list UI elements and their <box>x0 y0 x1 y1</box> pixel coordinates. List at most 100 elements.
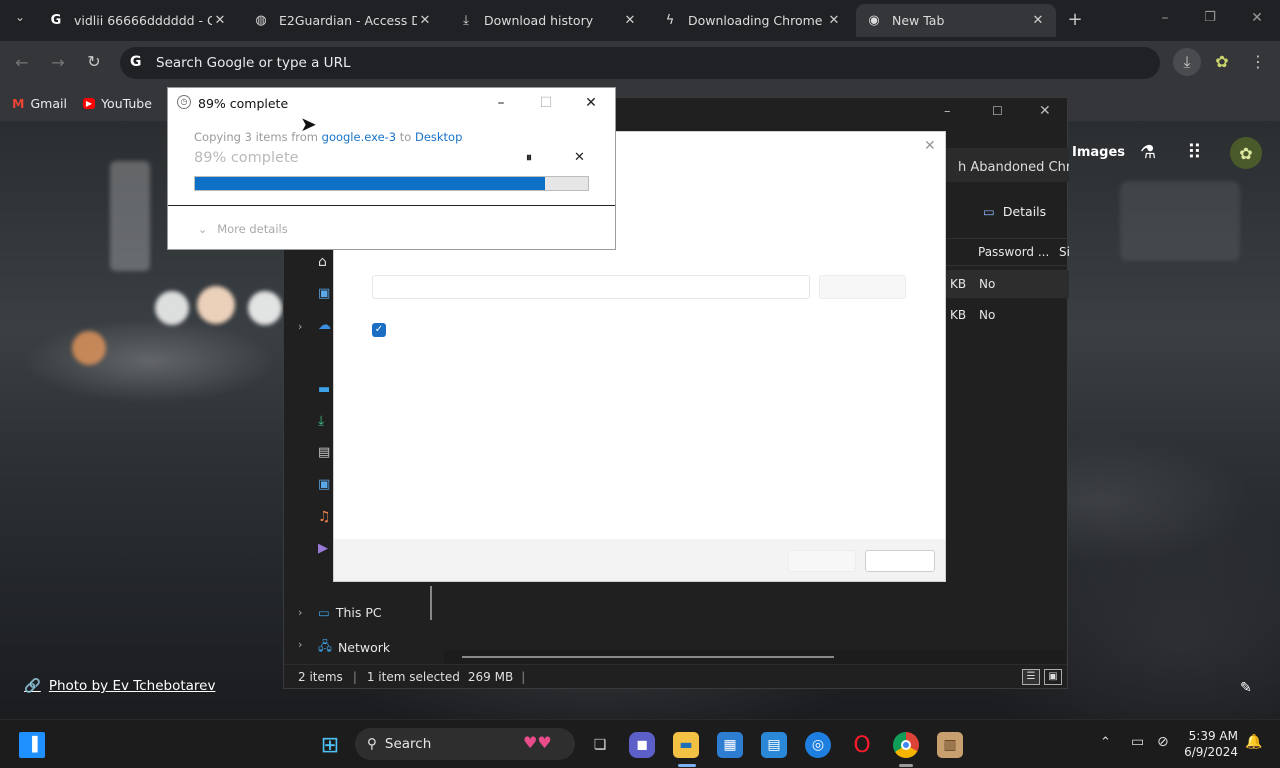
forward-arrow-icon[interactable]: → <box>46 53 70 72</box>
close-tab-icon[interactable]: ✕ <box>212 13 228 28</box>
music-folder-icon[interactable]: ♫ <box>318 509 331 525</box>
dialog-close-icon[interactable]: ✕ <box>924 138 936 154</box>
cancel-copy-icon[interactable]: ✕ <box>574 150 585 165</box>
copy-window-title: 89% complete <box>198 95 289 111</box>
pictures-folder-icon[interactable]: ▣ <box>318 477 330 492</box>
explorer-minimize-icon[interactable]: – <box>944 104 951 119</box>
copy-close-icon[interactable]: ✕ <box>569 88 613 118</box>
source-folder-link[interactable]: google.exe-3 <box>322 130 396 144</box>
images-link[interactable]: Images <box>1072 145 1125 160</box>
column-header-password[interactable]: Password ... <box>978 245 1049 259</box>
minimize-icon[interactable]: – <box>1153 10 1177 26</box>
explorer-maximize-icon[interactable]: ☐ <box>992 104 1003 118</box>
home-icon[interactable]: ⌂ <box>318 254 327 270</box>
explorer-close-icon[interactable]: ✕ <box>1039 103 1051 119</box>
start-windows-icon[interactable]: ⊞ <box>317 732 343 758</box>
labs-flask-icon[interactable]: ⚗ <box>1140 142 1156 163</box>
customize-pencil-icon[interactable]: ✎ <box>1240 680 1252 696</box>
close-window-icon[interactable]: ✕ <box>1245 10 1269 26</box>
chromium-icon[interactable]: ◎ <box>805 732 831 758</box>
tab-downloading-chrome[interactable]: ϟ Downloading Chrome Of ✕ <box>652 4 852 37</box>
details-pane-icon: ▭ <box>983 204 995 219</box>
reload-icon[interactable]: ↻ <box>82 52 106 71</box>
teams-chat-icon[interactable]: ◼ <box>629 732 655 758</box>
sidebar-scrollbar[interactable] <box>430 586 432 620</box>
tab-vidlii[interactable]: G vidlii 66666dddddd - Go ✕ <box>38 4 238 37</box>
dialog-text-input[interactable] <box>372 275 810 299</box>
notification-bell-icon[interactable]: 🔔 <box>1245 734 1262 750</box>
task-view-icon[interactable]: ❏ <box>587 732 613 758</box>
this-pc-icon: ▭ <box>318 605 330 620</box>
running-app-indicator <box>899 764 913 767</box>
copy-progress-window: ◷ 89% complete – ☐ ✕ Copying 3 items fro… <box>167 87 616 250</box>
control-panel-icon[interactable]: ▤ <box>761 732 787 758</box>
table-row[interactable]: KB No <box>946 301 1069 329</box>
clock-date[interactable]: 6/9/2024 <box>1182 745 1238 759</box>
gmail-icon: M <box>12 95 25 111</box>
account-avatar[interactable]: ✿ <box>1230 137 1262 169</box>
table-row[interactable]: KB No <box>946 270 1069 298</box>
copying-description: Copying 3 items from google.exe-3 to Des… <box>194 130 463 144</box>
network-status-icon[interactable]: ⊘ <box>1157 734 1169 750</box>
menu-kebab-icon[interactable]: ⋮ <box>1246 52 1270 71</box>
tiles-view-icon[interactable]: ▣ <box>1044 669 1062 685</box>
close-tab-icon[interactable]: ✕ <box>417 13 433 28</box>
sidebar-item-network[interactable]: 🖧 Network <box>318 637 390 658</box>
file-explorer-icon[interactable]: ▬ <box>673 732 699 758</box>
profile-avatar-icon[interactable]: ✿ <box>1210 52 1234 71</box>
bookmark-youtube[interactable]: ▶ YouTube <box>82 96 152 111</box>
opera-icon[interactable]: O <box>849 732 875 758</box>
sidebar-item-this-pc[interactable]: ▭ This PC <box>318 605 382 620</box>
tab-download-history[interactable]: ⤓ Download history ✕ <box>448 4 648 37</box>
bookmark-gmail[interactable]: M Gmail <box>12 96 67 111</box>
details-pane-button[interactable]: ▭ Details <box>983 204 1046 219</box>
photo-credit-link[interactable]: 🔗 Photo by Ev Tchebotarev <box>24 678 215 694</box>
close-tab-icon[interactable]: ✕ <box>622 13 638 28</box>
expand-chevron-icon[interactable]: › <box>298 320 302 333</box>
dialog-cancel-button[interactable] <box>865 550 935 572</box>
copy-maximize-icon[interactable]: ☐ <box>524 88 568 118</box>
close-tab-icon[interactable]: ✕ <box>1030 13 1046 28</box>
destination-folder-link[interactable]: Desktop <box>415 130 462 144</box>
microsoft-store-icon[interactable]: ▦ <box>717 732 743 758</box>
expand-chevron-icon[interactable]: › <box>298 606 302 619</box>
explorer-address-bar[interactable]: h Abandoned Chror <box>946 148 1069 182</box>
onedrive-icon[interactable]: ☁ <box>318 318 331 333</box>
archive-app-icon[interactable]: ▥ <box>937 732 963 758</box>
more-details-toggle[interactable]: ⌄ More details <box>198 222 288 236</box>
back-arrow-icon[interactable]: ← <box>10 53 34 72</box>
maximize-icon[interactable]: ❐ <box>1198 10 1222 25</box>
pause-icon[interactable]: ⏸ <box>526 150 532 165</box>
expand-chevron-icon[interactable]: › <box>298 638 302 651</box>
dialog-browse-button[interactable] <box>819 275 906 299</box>
videos-folder-icon[interactable]: ▶ <box>318 541 328 556</box>
documents-folder-icon[interactable]: ▤ <box>318 445 330 460</box>
dialog-ok-button[interactable] <box>788 550 856 572</box>
chrome-taskbar-icon[interactable] <box>893 732 919 758</box>
gallery-icon[interactable]: ▣ <box>318 286 330 301</box>
horizontal-scrollbar-thumb[interactable] <box>462 656 834 658</box>
dialog-checkbox[interactable]: ✓ <box>372 323 386 337</box>
widgets-icon[interactable]: ▐ <box>19 732 45 758</box>
tab-strip: ⌄ G vidlii 66666dddddd - Go ✕ ◍ E2Guardi… <box>0 0 1280 41</box>
downloads-icon[interactable]: ⤓ <box>1173 48 1201 76</box>
display-icon[interactable]: ▭ <box>1131 734 1144 750</box>
copy-minimize-icon[interactable]: – <box>479 88 523 118</box>
apps-grid-icon[interactable]: ⠿ <box>1187 140 1202 164</box>
details-view-icon[interactable]: ☰ <box>1022 669 1040 685</box>
omnibox[interactable]: G Search Google or type a URL <box>120 47 1160 79</box>
clock-icon: ◷ <box>177 95 191 109</box>
column-header-size[interactable]: Si <box>1059 245 1070 259</box>
downloads-folder-icon[interactable]: ⤓ <box>318 413 324 429</box>
taskbar-search-box[interactable]: ⚲ Search ♥♥ <box>355 728 575 760</box>
show-hidden-icons-chevron[interactable]: ⌃ <box>1100 735 1111 750</box>
tab-search-chevron-icon[interactable]: ⌄ <box>8 10 32 24</box>
bolt-icon: ϟ <box>665 13 675 28</box>
close-tab-icon[interactable]: ✕ <box>826 13 842 28</box>
tab-e2guardian[interactable]: ◍ E2Guardian - Access Den ✕ <box>243 4 443 37</box>
tab-new-tab[interactable]: ◉ New Tab ✕ <box>856 4 1056 37</box>
new-tab-plus-icon[interactable]: + <box>1063 9 1087 30</box>
progress-percent-text: 89% complete <box>194 150 299 166</box>
clock-time[interactable]: 5:39 AM <box>1186 729 1238 743</box>
desktop-folder-icon[interactable]: ▬ <box>318 382 330 397</box>
